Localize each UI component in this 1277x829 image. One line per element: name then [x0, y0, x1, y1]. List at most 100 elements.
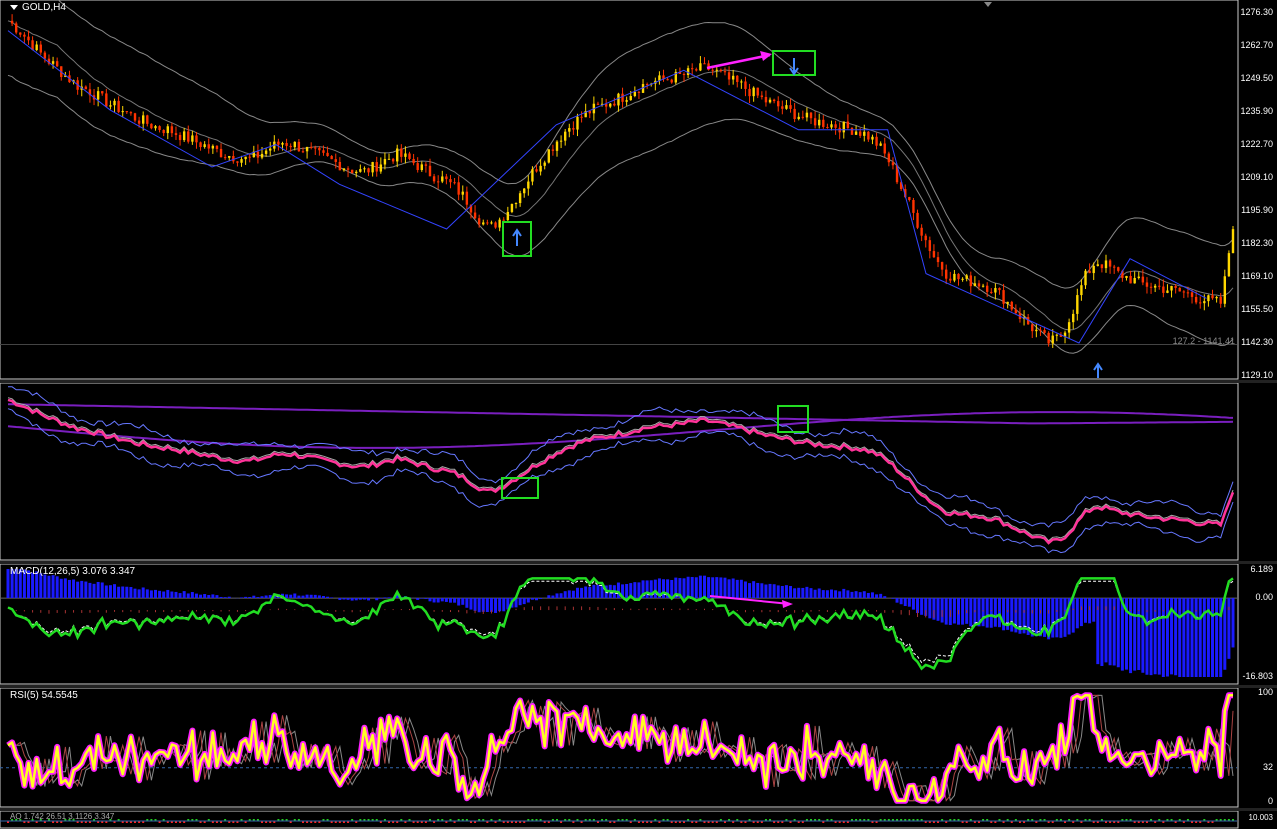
candle-body [625, 100, 628, 102]
candle-body [981, 285, 985, 287]
macd-pane[interactable]: MACD(12,26,5) 3.076 3.347 6.189 0.00 -16.8… [0, 564, 1277, 685]
candle-body [281, 143, 284, 145]
price-chart-canvas[interactable] [0, 0, 1277, 380]
candle-body [703, 63, 706, 65]
candle-body [690, 68, 694, 70]
candle-body [490, 222, 493, 224]
candle-body [527, 181, 530, 189]
candle-body [928, 240, 932, 252]
candle-body [359, 169, 362, 172]
candle-body [818, 119, 821, 126]
upper-band-line [57, 0, 1234, 289]
candle-body [514, 203, 518, 205]
candle-body [518, 193, 522, 204]
candle-body [424, 164, 428, 166]
candle-body [580, 116, 583, 118]
candle-body [695, 69, 698, 71]
candle-body [305, 146, 309, 152]
candle-body [1211, 295, 1214, 299]
long-ma-upper [7, 403, 1234, 425]
candle-body [727, 72, 731, 80]
candle-body [830, 124, 833, 128]
price-axis-tick-label: 1262.70 [1240, 40, 1273, 50]
candle-body [248, 156, 251, 158]
candle-body [105, 93, 108, 107]
candle-body [797, 116, 800, 120]
ao-axis-label: 10.003 [1248, 813, 1273, 822]
ao-pane[interactable]: AO 1.742 26.51 3.1126 3.347 10.003 [0, 811, 1277, 829]
candle-body [199, 142, 202, 148]
candle-body [506, 211, 510, 221]
candle-body [990, 291, 993, 293]
macd-axis-tick-label: -16.803 [1242, 671, 1273, 681]
rsi-label: RSI(5) 54.5545 [10, 690, 78, 701]
candle-body [777, 101, 780, 107]
price-axis-tick-label: 1155.50 [1241, 304, 1273, 314]
candle-body [568, 128, 571, 132]
rsi-canvas[interactable] [0, 688, 1277, 808]
candle-body [1035, 329, 1038, 332]
candle-body [346, 168, 350, 170]
price-axis-tick-label: 1235.90 [1240, 106, 1273, 116]
candle-body [940, 262, 944, 270]
candle-body [731, 75, 735, 80]
candle-body [133, 113, 137, 121]
annotation-arrow-line [706, 53, 771, 70]
candle-body [187, 131, 190, 142]
candle-body [1178, 287, 1181, 292]
candle-body [854, 131, 858, 135]
macd-canvas[interactable] [0, 564, 1277, 685]
price-chart-pane[interactable]: GOLD,H4 127.2 - 1141.41 1276.30 1262.70 12… [0, 0, 1277, 380]
candle-body [645, 84, 649, 86]
price-axis-tick-label: 1195.90 [1241, 205, 1273, 215]
rsi-axis-tick-label: 32 [1262, 761, 1273, 772]
up-arrow-icon [512, 228, 522, 246]
bands-indicator-pane[interactable] [0, 383, 1277, 561]
candle-body [863, 131, 866, 136]
candle-body [1014, 309, 1018, 314]
candle-body [539, 165, 542, 172]
candle-body [994, 288, 997, 293]
collapse-icon[interactable] [10, 4, 18, 10]
candle-body [1158, 285, 1161, 287]
candle-body [1199, 302, 1202, 304]
zigzag-line [7, 30, 1207, 344]
ao-canvas[interactable] [0, 811, 1277, 829]
candle-body [596, 103, 600, 105]
candle-body [936, 257, 940, 263]
price-axis-tick-label: 1182.30 [1241, 238, 1273, 248]
candle-body [228, 155, 231, 158]
candle-body [1203, 301, 1206, 304]
candle-body [19, 32, 22, 35]
candle-body [912, 199, 915, 213]
candle-body [269, 148, 272, 151]
candle-body [768, 99, 772, 103]
chart-title-text: GOLD,H4 [22, 2, 66, 13]
candle-body [314, 147, 317, 149]
candle-body [240, 159, 243, 163]
candle-body [1182, 291, 1186, 293]
candle-body [1072, 313, 1075, 323]
candle-body [973, 283, 977, 287]
candle-body [1223, 276, 1227, 304]
ao-label: AO 1.742 26.51 3.1126 3.347 [10, 812, 115, 821]
candle-body [945, 269, 948, 279]
candle-body [482, 222, 485, 225]
candle-body [1133, 277, 1136, 284]
candle-body [715, 69, 718, 71]
candle-body [842, 121, 845, 133]
candle-body [1194, 296, 1198, 303]
candle-body [236, 161, 239, 163]
candle-body [711, 69, 714, 71]
rsi-pane[interactable]: RSI(5) 54.5545 100 32 0 [0, 688, 1277, 808]
candle-body [219, 148, 223, 158]
candle-body [109, 105, 112, 107]
candle-body [473, 212, 477, 219]
macd-label: MACD(12,26,5) 3.076 3.347 [10, 566, 136, 577]
candle-body [244, 156, 247, 160]
candle-body [699, 63, 702, 71]
candle-body [1104, 260, 1108, 269]
candle-body [342, 168, 346, 171]
bands-indicator-canvas[interactable] [0, 383, 1277, 561]
candle-body [576, 116, 579, 130]
